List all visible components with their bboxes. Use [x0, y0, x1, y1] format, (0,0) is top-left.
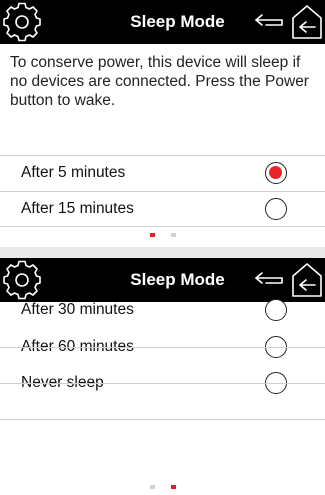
option-after-5-minutes[interactable]: After 5 minutes [0, 155, 325, 191]
page-dot [149, 485, 155, 489]
sleep-mode-description: To conserve power, this device will slee… [10, 54, 309, 109]
sleep-mode-screen-page-2: Sleep Mode After 30 minutes After 60 min… [0, 258, 325, 495]
option-after-30-minutes[interactable]: After 30 minutes [0, 275, 325, 321]
divider [0, 347, 325, 348]
divider [0, 383, 325, 384]
sleep-mode-screen-page-1: Sleep Mode To conserve power, this devic… [0, 0, 325, 247]
page-dot-active [149, 233, 155, 237]
page-indicator [0, 485, 325, 491]
option-label: After 15 minutes [21, 200, 134, 217]
option-after-15-minutes[interactable]: After 15 minutes [0, 191, 325, 227]
divider [0, 226, 325, 227]
home-icon[interactable] [290, 4, 324, 40]
back-arrow-icon[interactable] [254, 13, 284, 31]
option-after-60-minutes[interactable]: After 60 minutes [0, 312, 325, 358]
option-never-sleep[interactable]: Never sleep [0, 348, 325, 394]
page-dot [170, 233, 176, 237]
option-label: After 5 minutes [21, 164, 126, 181]
divider [0, 419, 325, 420]
header-bar: Sleep Mode [0, 0, 325, 44]
radio-button-selected[interactable] [265, 162, 287, 184]
radio-button[interactable] [265, 198, 287, 220]
page-dot-active [170, 485, 176, 489]
page-indicator [0, 233, 325, 239]
